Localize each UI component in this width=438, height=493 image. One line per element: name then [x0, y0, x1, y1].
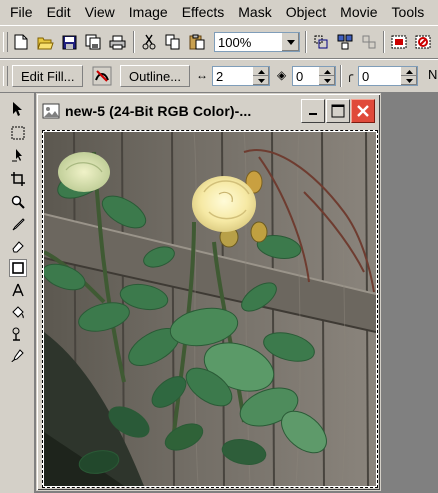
toolbar-separator	[133, 31, 135, 53]
combine-objects-icon[interactable]	[336, 33, 354, 51]
roundness-icon: ╭	[346, 68, 354, 82]
toolbar-grip[interactable]	[3, 32, 8, 52]
overflow-label: N	[428, 67, 438, 82]
mask-tool-icon[interactable]	[9, 124, 27, 142]
opacity-value[interactable]: 0	[293, 69, 318, 84]
rose-photo	[44, 132, 376, 486]
menu-effects[interactable]: Effects	[175, 0, 232, 24]
menu-object[interactable]: Object	[279, 0, 333, 24]
width-icon: ↔	[196, 68, 208, 82]
toolbox	[0, 93, 35, 493]
menu-movie[interactable]: Movie	[333, 0, 384, 24]
clone-tool-icon[interactable]	[9, 325, 27, 343]
roundness-value[interactable]: 0	[359, 69, 400, 84]
crop-tool-icon[interactable]	[9, 170, 27, 188]
maximize-button[interactable]	[326, 99, 350, 123]
roundness-stepper[interactable]: 0	[358, 66, 418, 86]
fill-tool-icon[interactable]	[9, 303, 27, 321]
split-objects-icon[interactable]	[360, 33, 378, 51]
menu-edit[interactable]: Edit	[40, 0, 78, 24]
minimize-icon	[309, 113, 317, 115]
document-title: new-5 (24-Bit RGB Color)-...	[65, 103, 252, 119]
eraser-tool-icon[interactable]	[9, 237, 27, 255]
close-icon	[357, 105, 369, 117]
document-icon	[42, 102, 60, 120]
image-canvas-frame[interactable]	[42, 130, 378, 488]
remove-mask-icon[interactable]	[414, 33, 432, 51]
property-bar: Edit Fill... Outline... ↔ 2 ◈ 0 ╭ 0 N	[0, 59, 438, 93]
close-button[interactable]	[351, 99, 375, 123]
width-stepper-arrows[interactable]	[252, 67, 269, 85]
select-all-icon[interactable]	[390, 33, 408, 51]
document-titlebar[interactable]: new-5 (24-Bit RGB Color)-...	[40, 97, 377, 125]
group-objects-icon[interactable]	[312, 33, 330, 51]
menu-mask[interactable]: Mask	[231, 0, 278, 24]
new-file-icon[interactable]	[12, 33, 30, 51]
paint-tool-icon[interactable]	[9, 347, 27, 365]
document-window[interactable]: new-5 (24-Bit RGB Color)-...	[36, 93, 381, 491]
eyedropper-tool-icon[interactable]	[9, 215, 27, 233]
open-folder-icon[interactable]	[36, 33, 54, 51]
opacity-stepper-arrows[interactable]	[318, 67, 335, 85]
chevron-down-icon[interactable]	[281, 33, 299, 51]
roundness-stepper-arrows[interactable]	[400, 67, 417, 85]
mask-transform-icon[interactable]	[9, 147, 27, 165]
menu-image[interactable]: Image	[122, 0, 175, 24]
minimize-button[interactable]	[301, 99, 325, 123]
width-stepper[interactable]: 2	[212, 66, 270, 86]
cut-icon[interactable]	[140, 33, 158, 51]
maximize-icon	[331, 104, 345, 118]
save-all-icon[interactable]	[84, 33, 102, 51]
menu-tools[interactable]: Tools	[385, 0, 432, 24]
zoom-value[interactable]: 100%	[215, 35, 281, 50]
paste-icon[interactable]	[188, 33, 206, 51]
toolbar-grip[interactable]	[3, 66, 8, 86]
text-tool-icon[interactable]	[9, 281, 27, 299]
toolbar-separator	[383, 31, 385, 53]
save-icon[interactable]	[60, 33, 78, 51]
zoom-tool-icon[interactable]	[9, 193, 27, 211]
transparency-icon: ◈	[277, 68, 287, 82]
fill-pattern-icon[interactable]	[92, 66, 112, 86]
menu-bar: File Edit View Image Effects Mask Object…	[0, 0, 438, 24]
standard-toolbar: 100%	[0, 25, 438, 59]
rectangle-tool-icon[interactable]	[9, 259, 27, 277]
menu-file[interactable]: File	[0, 0, 40, 24]
image-canvas[interactable]	[44, 132, 376, 486]
toolbar-separator	[340, 65, 342, 87]
zoom-combo[interactable]: 100%	[214, 32, 300, 52]
outline-button[interactable]: Outline...	[120, 65, 191, 87]
menu-view[interactable]: View	[78, 0, 122, 24]
toolbar-separator	[305, 31, 307, 53]
edit-fill-button[interactable]: Edit Fill...	[12, 65, 84, 87]
print-icon[interactable]	[108, 33, 126, 51]
width-value[interactable]: 2	[213, 69, 252, 84]
pick-tool-icon[interactable]	[9, 100, 27, 118]
copy-icon[interactable]	[164, 33, 182, 51]
opacity-stepper[interactable]: 0	[292, 66, 336, 86]
